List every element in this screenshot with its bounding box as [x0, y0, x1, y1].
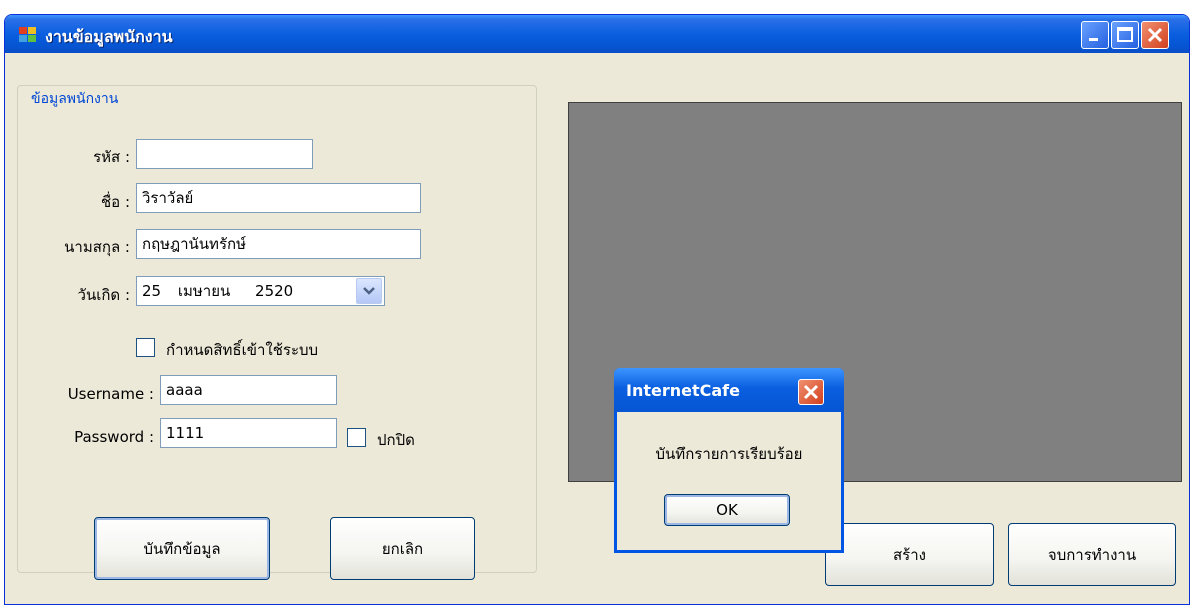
title-bar[interactable]: งานข้อมูลพนักงาน — [5, 15, 1189, 53]
cancel-button[interactable]: ยกเลิก — [330, 517, 475, 580]
username-input[interactable]: aaaa — [160, 375, 337, 405]
code-label: รหัส : — [93, 148, 130, 166]
chevron-down-icon[interactable] — [356, 278, 382, 304]
birth-month: เมษายน — [177, 282, 231, 300]
dialog-message: บันทึกรายการเรียบร้อย — [655, 445, 803, 463]
password-label: Password : — [74, 428, 154, 446]
dialog-title-bar[interactable]: InternetCafe — [614, 368, 844, 412]
minimize-button[interactable] — [1081, 21, 1109, 49]
surname-label: นามสกุล : — [64, 238, 130, 256]
name-input[interactable]: วิราวัลย์ — [136, 183, 421, 213]
access-checkbox-label: กำหนดสิทธิ์เข้าใช้ระบบ — [166, 341, 319, 359]
birth-day: 25 — [142, 282, 162, 300]
dialog-close-button[interactable] — [798, 379, 824, 405]
password-input[interactable]: 1111 — [160, 418, 337, 448]
maximize-button[interactable] — [1111, 21, 1139, 49]
app-icon — [19, 27, 37, 43]
hide-password-label: ปกปิด — [377, 431, 415, 449]
exit-button[interactable]: จบการทำงาน — [1008, 523, 1176, 586]
close-button[interactable] — [1141, 21, 1169, 49]
birthdate-picker[interactable]: 25 เมษายน 2520 — [136, 276, 385, 306]
birth-year: 2520 — [255, 282, 294, 300]
hide-password-checkbox[interactable] — [347, 428, 366, 447]
surname-input[interactable]: กฤษฎานันทรักษ์ — [136, 229, 421, 259]
access-checkbox[interactable] — [136, 338, 155, 357]
birthdate-label: วันเกิด : — [77, 286, 130, 304]
dialog-title: InternetCafe — [626, 381, 740, 400]
name-label: ชื่อ : — [100, 193, 130, 211]
message-dialog: InternetCafe บันทึกรายการเรียบร้อย OK — [614, 368, 844, 553]
username-label: Username : — [67, 385, 154, 403]
window-title: งานข้อมูลพนักงาน — [45, 27, 173, 46]
create-button[interactable]: สร้าง — [825, 523, 994, 586]
groupbox-title: ข้อมูลพนักงาน — [28, 88, 122, 110]
save-button[interactable]: บันทึกข้อมูล — [94, 517, 270, 580]
dialog-ok-button[interactable]: OK — [664, 494, 790, 526]
code-input[interactable] — [136, 139, 313, 169]
